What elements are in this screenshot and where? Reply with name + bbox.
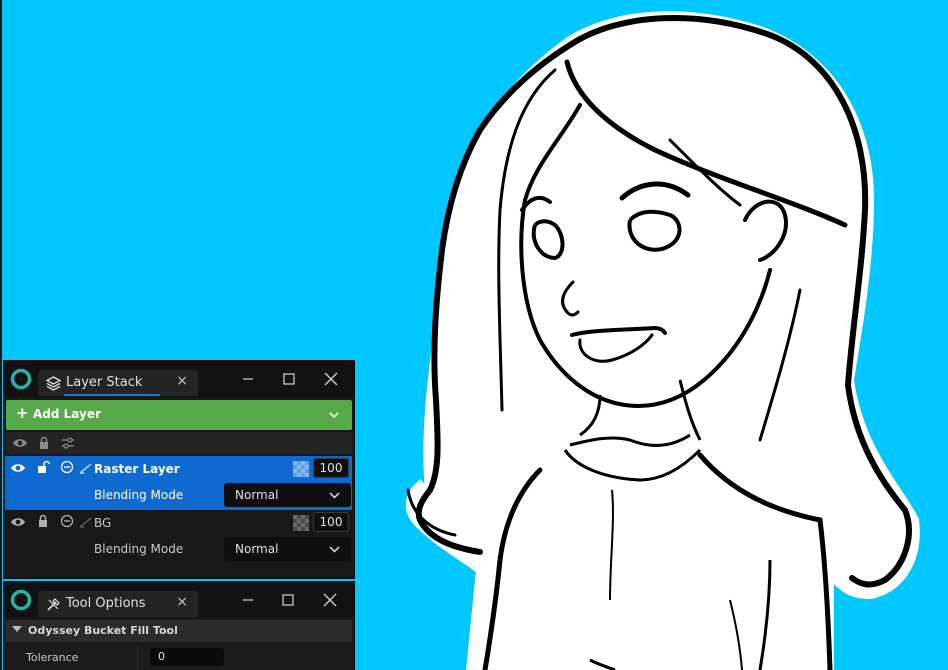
eye-icon[interactable] <box>12 436 28 450</box>
chevron-down-icon[interactable] <box>328 409 340 421</box>
tab-layer-stack[interactable]: Layer Stack × <box>38 370 198 396</box>
window-left-edge <box>0 0 2 670</box>
tab-label: Tool Options <box>66 596 146 611</box>
layer-name[interactable]: BG <box>94 516 111 530</box>
property-divider[interactable] <box>137 646 138 670</box>
blending-mode-label: Blending Mode <box>94 488 184 502</box>
close-icon[interactable] <box>319 589 341 611</box>
tolerance-label: Tolerance <box>26 651 79 664</box>
blending-mode-value: Normal <box>235 542 279 556</box>
blending-mode-select[interactable]: Normal <box>224 483 351 507</box>
tolerance-input[interactable]: 0 <box>150 648 224 666</box>
layer-stack-panel: Layer Stack × + Add Layer Raster Layer 1… <box>3 360 355 579</box>
blending-mode-value: Normal <box>235 488 279 502</box>
minus-circle-icon[interactable] <box>59 460 75 474</box>
opacity-thumbnail <box>293 515 309 531</box>
opacity-thumbnail <box>293 461 309 477</box>
brush-icon <box>78 461 94 475</box>
unlock-icon[interactable] <box>35 460 51 474</box>
add-layer-button[interactable]: + Add Layer <box>6 400 352 430</box>
minimize-icon[interactable] <box>237 368 259 390</box>
maximize-icon[interactable] <box>278 368 300 390</box>
close-icon[interactable] <box>320 368 342 390</box>
section-title: Odyssey Bucket Fill Tool <box>28 624 178 637</box>
tools-icon <box>47 598 60 611</box>
tab-label: Layer Stack <box>66 375 143 390</box>
lock-icon[interactable] <box>36 436 52 450</box>
layer-row[interactable]: Raster Layer 100 Blending Mode Normal <box>5 456 352 510</box>
minus-circle-icon[interactable] <box>59 514 75 528</box>
minimize-icon[interactable] <box>237 589 259 611</box>
layer-stack-titlebar[interactable]: Layer Stack × <box>4 361 354 397</box>
tab-active-indicator <box>64 394 160 396</box>
add-layer-label: Add Layer <box>33 407 101 421</box>
eye-icon[interactable] <box>10 515 26 529</box>
blending-mode-label: Blending Mode <box>94 542 184 556</box>
app-logo-icon <box>10 589 32 611</box>
maximize-icon[interactable] <box>277 589 299 611</box>
blending-mode-select[interactable]: Normal <box>224 537 351 561</box>
opacity-input[interactable]: 100 <box>313 458 349 478</box>
brush-icon <box>78 515 94 529</box>
layer-row[interactable]: BG 100 Blending Mode Normal <box>5 510 352 564</box>
layers-icon <box>46 376 61 391</box>
tolerance-row: Tolerance 0 <box>6 646 352 670</box>
app-logo-icon <box>10 368 32 390</box>
close-icon[interactable]: × <box>176 594 188 610</box>
chevron-down-icon <box>329 492 340 499</box>
plus-icon: + <box>16 404 29 422</box>
tab-tool-options[interactable]: Tool Options × <box>38 591 198 617</box>
eye-icon[interactable] <box>10 461 26 475</box>
close-icon[interactable]: × <box>176 373 188 389</box>
tool-options-titlebar[interactable]: Tool Options × <box>4 582 354 618</box>
collapse-triangle-icon[interactable] <box>12 626 22 632</box>
opacity-input[interactable]: 100 <box>313 512 349 532</box>
layer-list-header <box>6 432 352 454</box>
sliders-icon[interactable] <box>60 436 76 450</box>
lock-icon[interactable] <box>35 514 51 528</box>
chevron-down-icon <box>329 546 340 553</box>
bucket-fill-section-header[interactable]: Odyssey Bucket Fill Tool <box>6 620 352 642</box>
tool-options-panel: Tool Options × Odyssey Bucket Fill Tool … <box>3 581 355 670</box>
layer-name[interactable]: Raster Layer <box>94 462 180 476</box>
